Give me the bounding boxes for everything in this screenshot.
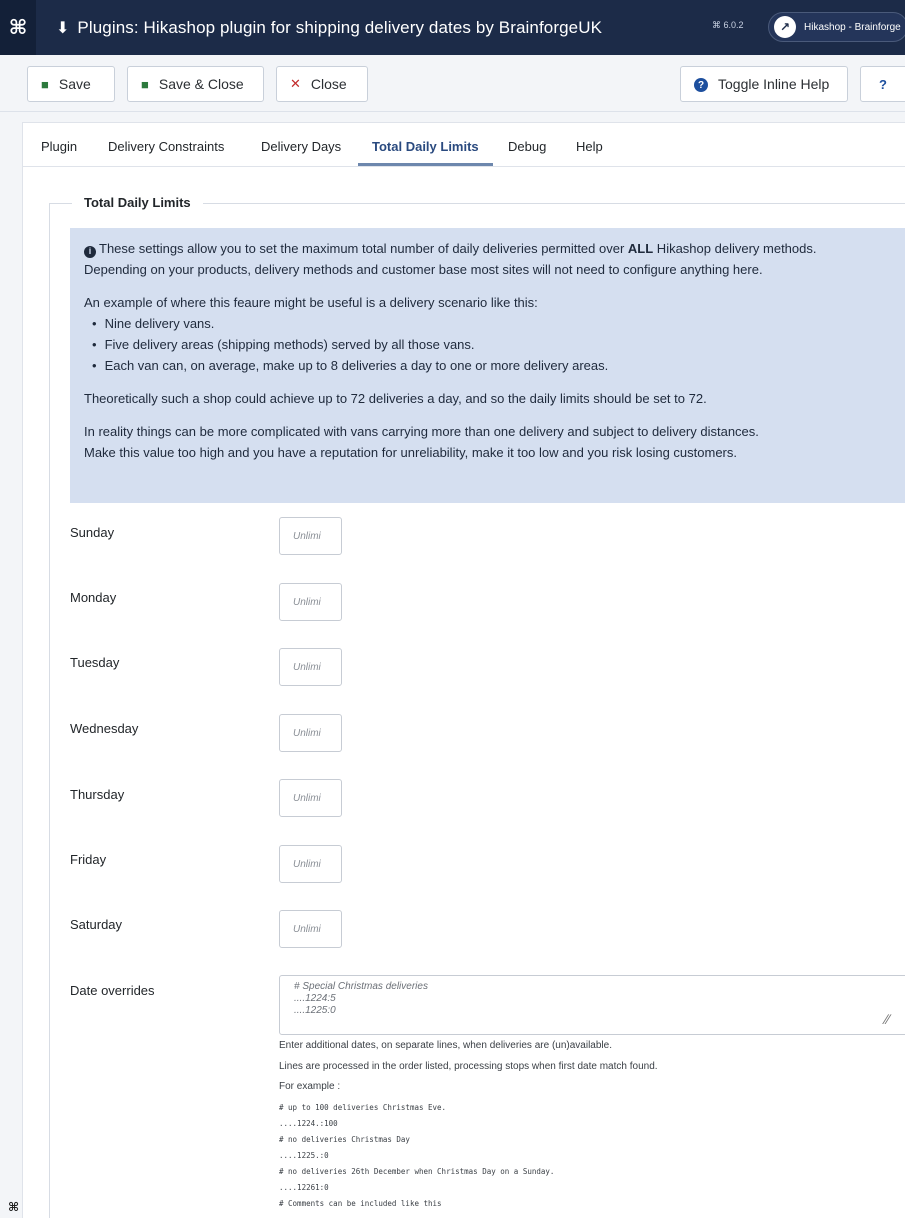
list-item: Five delivery areas (shipping methods) s… — [92, 334, 905, 355]
date-overrides-label: Date overrides — [70, 983, 155, 998]
question-icon: ? — [694, 76, 708, 93]
monday-label: Monday — [70, 590, 117, 605]
tab-plugin[interactable]: Plugin — [41, 139, 77, 154]
example-line: # no deliveries 26th December when Chris… — [279, 1167, 555, 1176]
info-text: In reality things can be more complicate… — [84, 424, 759, 439]
save-close-button[interactable]: ■ Save & Close — [127, 66, 264, 102]
site-link-button[interactable]: ↗ Hikashop - Brainforge — [768, 12, 905, 42]
info-text: These settings allow you to set the maxi… — [99, 241, 628, 256]
tab-delivery-constraints[interactable]: Delivery Constraints — [108, 139, 224, 154]
info-text: Depending on your products, delivery met… — [84, 262, 763, 277]
friday-label: Friday — [70, 852, 107, 867]
wednesday-label: Wednesday — [70, 721, 139, 736]
example-line: ....1224.:100 — [279, 1119, 338, 1128]
save-label: Save — [58, 76, 91, 92]
version-label: ⌘ 6.0.2 — [712, 20, 744, 30]
toggle-help-label: Toggle Inline Help — [718, 76, 830, 92]
help-text: Enter additional dates, on separate line… — [279, 1040, 612, 1051]
plug-icon: ⬇ — [56, 19, 70, 37]
info-text: Make this value too high and you have a … — [84, 445, 737, 460]
info-list: Nine delivery vans. Five delivery areas … — [92, 313, 905, 376]
info-icon: i — [84, 245, 96, 258]
fieldset-legend: Total Daily Limits — [72, 195, 203, 210]
page-title: Plugins: Hikashop plugin for shipping de… — [77, 17, 603, 37]
thursday-limit-input[interactable] — [279, 779, 342, 817]
example-line: # up to 100 deliveries Christmas Eve. — [279, 1103, 447, 1112]
top-header-bar: ⌘ ⬇ Plugins: Hikashop plugin for shippin… — [0, 0, 905, 55]
close-label: Close — [310, 76, 347, 92]
tuesday-label: Tuesday — [70, 655, 120, 670]
joomla-logo-icon[interactable]: ⌘ — [0, 0, 36, 55]
list-item: Nine delivery vans. — [92, 313, 905, 334]
info-text: Theoretically such a shop could achieve … — [84, 391, 707, 406]
tuesday-limit-input[interactable] — [279, 648, 342, 686]
toggle-inline-help-button[interactable]: ? Toggle Inline Help — [680, 66, 848, 102]
site-name-label: Hikashop - Brainforge — [804, 21, 901, 33]
save-button[interactable]: ■ Save — [27, 66, 115, 102]
resize-handle-icon[interactable]: ∕∕ — [885, 1011, 890, 1027]
save-icon: ■ — [41, 76, 49, 92]
info-alert: i These settings allow you to set the max… — [70, 228, 905, 503]
toolbar: ■ Save ■ Save & Close ✕ Close ? Toggle I… — [0, 55, 905, 112]
saturday-label: Saturday — [70, 917, 123, 932]
info-text: Hikashop delivery methods. — [653, 241, 817, 256]
close-icon: ✕ — [290, 76, 301, 91]
help-icon: ? — [879, 76, 887, 92]
tab-bar: Plugin Delivery Constraints Delivery Day… — [23, 123, 905, 167]
list-item: Each van can, on average, make up to 8 d… — [92, 355, 905, 376]
sunday-label: Sunday — [70, 525, 115, 540]
friday-limit-input[interactable] — [279, 845, 342, 883]
monday-limit-input[interactable] — [279, 583, 342, 621]
example-line: # no deliveries Christmas Day — [279, 1135, 410, 1144]
info-emphasis: ALL — [627, 241, 654, 256]
help-text: For example : — [279, 1081, 341, 1092]
close-button[interactable]: ✕ Close — [276, 66, 368, 102]
save-icon: ■ — [141, 76, 149, 92]
save-close-label: Save & Close — [158, 76, 244, 92]
help-text: Lines are processed in the order listed,… — [279, 1061, 658, 1072]
tab-help[interactable]: Help — [576, 139, 603, 154]
saturday-limit-input[interactable] — [279, 910, 342, 948]
joomla-small-icon: ⌘ — [8, 1200, 20, 1214]
example-line: ....1225.:0 — [279, 1151, 329, 1160]
plugin-edit-card: Plugin Delivery Constraints Delivery Day… — [22, 122, 905, 1218]
help-button[interactable]: ? — [860, 66, 905, 102]
tab-total-daily-limits[interactable]: Total Daily Limits — [372, 139, 479, 154]
example-line: # Comments can be included like this — [279, 1199, 442, 1208]
example-line: ....12261:0 — [279, 1183, 329, 1192]
external-link-icon: ↗ — [774, 16, 796, 38]
tab-debug[interactable]: Debug — [508, 139, 546, 154]
wednesday-limit-input[interactable] — [279, 714, 342, 752]
sunday-limit-input[interactable] — [279, 517, 342, 555]
info-text: An example of where this feaure might be… — [84, 295, 538, 310]
tab-delivery-days[interactable]: Delivery Days — [261, 139, 341, 154]
date-overrides-textarea[interactable]: # Special Christmas deliveries ....1224:… — [279, 975, 905, 1035]
thursday-label: Thursday — [70, 787, 125, 802]
active-tab-indicator — [358, 163, 493, 166]
